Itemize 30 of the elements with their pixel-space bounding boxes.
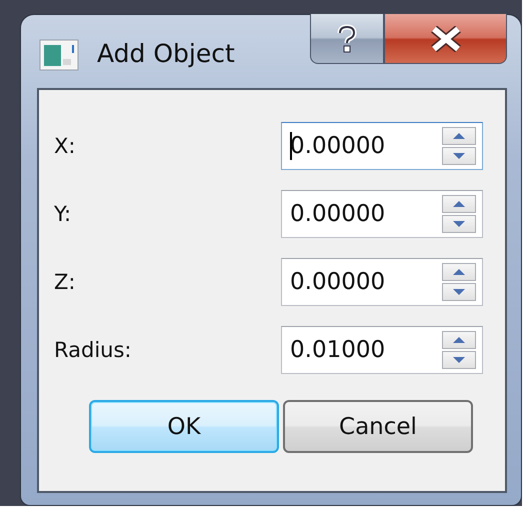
close-button[interactable] [384,14,507,64]
spin-down-button[interactable] [442,283,476,301]
spin-up-button[interactable] [442,195,476,213]
spin-box[interactable]: 0.00000 [281,258,483,306]
up-arrow-icon [452,268,466,276]
up-arrow-icon [452,336,466,344]
field-label: Z: [54,270,76,294]
down-arrow-icon [452,288,466,296]
spin-box[interactable]: 0.00000 [281,190,483,238]
spin-down-button[interactable] [442,147,476,165]
help-button[interactable] [310,14,384,64]
window-title: Add Object [97,39,235,68]
field-label: X: [54,134,76,158]
down-arrow-icon [452,220,466,228]
up-arrow-icon [452,200,466,208]
spin-up-button[interactable] [442,263,476,281]
dialog-button[interactable]: Cancel [283,400,473,453]
spin-down-button[interactable] [442,215,476,233]
spin-up-button[interactable] [442,331,476,349]
down-arrow-icon [452,356,466,364]
spin-down-button[interactable] [442,351,476,369]
window-icon [39,38,79,70]
dialog-button[interactable]: OK [89,400,279,453]
field-label: Y: [54,202,72,226]
field-label: Radius: [54,338,132,362]
up-arrow-icon [452,132,466,140]
down-arrow-icon [452,152,466,160]
spin-up-button[interactable] [442,127,476,145]
close-icon [428,26,462,52]
spin-box[interactable]: 0.01000 [281,326,483,374]
